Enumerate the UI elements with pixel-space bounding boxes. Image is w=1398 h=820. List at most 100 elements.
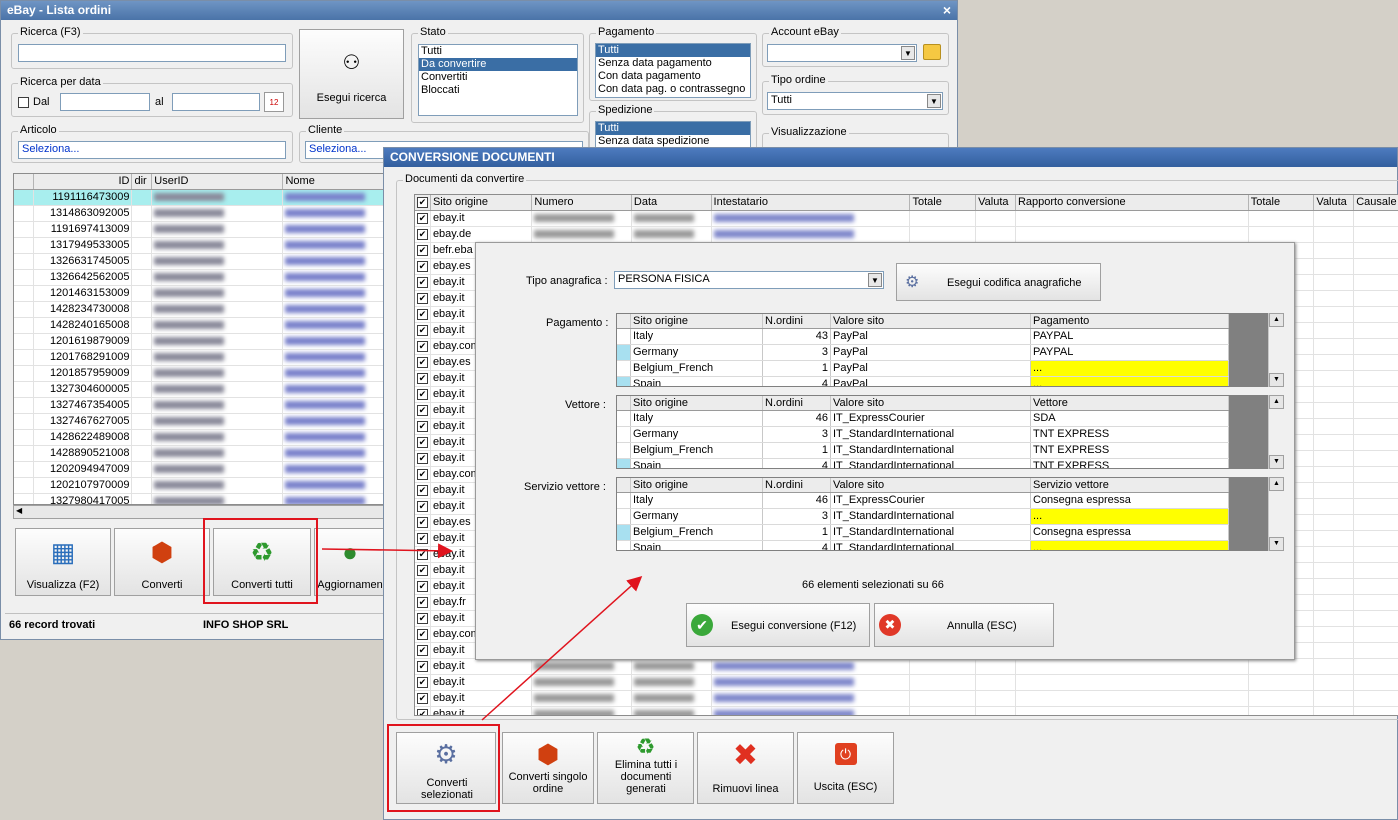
table-row[interactable]: 1191697413009 xyxy=(14,222,392,238)
close-icon[interactable]: × xyxy=(943,2,951,18)
row-checkbox[interactable]: ✔ xyxy=(417,613,428,624)
col-valuta-2[interactable]: Valuta xyxy=(1314,195,1355,210)
row-checkbox[interactable]: ✔ xyxy=(417,709,428,715)
row-checkbox[interactable]: ✔ xyxy=(417,341,428,352)
spedizione-item-selected[interactable]: Tutti xyxy=(596,122,750,135)
select-all-cell[interactable]: ✔ xyxy=(415,195,431,210)
row-checkbox[interactable]: ✔ xyxy=(417,661,428,672)
col-causale[interactable]: Causale xyxy=(1354,195,1398,210)
map-target[interactable]: TNT EXPRESS xyxy=(1031,427,1229,442)
map-target[interactable]: PAYPAL xyxy=(1031,329,1229,344)
scroll-up-icon[interactable]: ▲ xyxy=(1269,313,1284,327)
row-checkbox[interactable]: ✔ xyxy=(417,213,428,224)
vettore-map-grid[interactable]: Sito origine N.ordini Valore sito Vettor… xyxy=(616,395,1230,469)
esegui-conversione-button[interactable]: ✔ Esegui conversione (F12) xyxy=(686,603,870,647)
map-target[interactable]: ... xyxy=(1031,541,1229,550)
col-totale-2[interactable]: Totale xyxy=(1249,195,1315,210)
scroll-up-icon[interactable]: ▲ xyxy=(1269,477,1284,491)
servizio-map-grid[interactable]: Sito origine N.ordini Valore sito Serviz… xyxy=(616,477,1230,551)
row-checkbox[interactable]: ✔ xyxy=(417,293,428,304)
row-checkbox[interactable]: ✔ xyxy=(417,421,428,432)
tipo-anagrafica-select[interactable]: PERSONA FISICA ▼ xyxy=(614,271,884,289)
table-row[interactable]: 1201768291009 xyxy=(14,350,392,366)
row-checkbox[interactable]: ✔ xyxy=(417,549,428,560)
scroll-down-icon[interactable]: ▼ xyxy=(1269,455,1284,469)
pagamento-map-scroll[interactable]: ▲ ▼ xyxy=(1268,313,1284,387)
stato-listbox[interactable]: Tutti Da convertire Convertiti Bloccati xyxy=(418,44,578,116)
converti-button[interactable]: ⬢ Converti xyxy=(114,528,210,596)
dal-checkbox[interactable] xyxy=(18,97,29,108)
table-row[interactable]: ✔ ebay.it xyxy=(415,691,1398,707)
row-checkbox[interactable]: ✔ xyxy=(417,629,428,640)
table-row[interactable]: 1327980417005 xyxy=(14,494,392,504)
articolo-input[interactable]: Seleziona... xyxy=(18,141,286,159)
list-item[interactable]: Spain 4 PayPal... xyxy=(617,377,1229,386)
col-rapporto[interactable]: Rapporto conversione xyxy=(1016,195,1249,210)
scroll-up-icon[interactable]: ▲ xyxy=(1269,395,1284,409)
table-row[interactable]: 1428234730008 xyxy=(14,302,392,318)
table-row[interactable]: ✔ ebay.it xyxy=(415,707,1398,715)
col-id[interactable]: ID xyxy=(34,174,133,189)
table-row[interactable]: 1327467354005 xyxy=(14,398,392,414)
col-dir[interactable]: dir xyxy=(132,174,153,189)
row-checkbox[interactable]: ✔ xyxy=(417,245,428,256)
calendar-icon[interactable]: 12 xyxy=(264,92,284,112)
servizio-map-scroll[interactable]: ▲ ▼ xyxy=(1268,477,1284,551)
annulla-button[interactable]: ✖ Annulla (ESC) xyxy=(874,603,1054,647)
map-target[interactable]: TNT EXPRESS xyxy=(1031,459,1229,468)
pagamento-item-selected[interactable]: Tutti xyxy=(596,44,750,57)
list-item[interactable]: Germany 3 IT_StandardInternational TNT EXPR… xyxy=(617,427,1229,443)
row-checkbox[interactable]: ✔ xyxy=(417,485,428,496)
folder-icon[interactable] xyxy=(923,44,941,60)
spedizione-listbox[interactable]: Tutti Senza data spedizione xyxy=(595,121,751,149)
table-row[interactable]: 1202107970009 xyxy=(14,478,392,494)
list-item[interactable]: Germany 3 PayPal PAYPAL xyxy=(617,345,1229,361)
row-checkbox[interactable]: ✔ xyxy=(417,533,428,544)
list-item[interactable]: Belgium_French 1 IT_StandardInternational C… xyxy=(617,525,1229,541)
pagamento-item[interactable]: Con data pagamento xyxy=(596,70,750,83)
col-valuta[interactable]: Valuta xyxy=(976,195,1016,210)
list-item[interactable]: Italy 46 IT_ExpressCourier Consegna espress… xyxy=(617,493,1229,509)
map-target[interactable]: PAYPAL xyxy=(1031,345,1229,360)
table-row[interactable]: 1201619879009 xyxy=(14,334,392,350)
pagamento-listbox[interactable]: Tutti Senza data pagamento Con data paga… xyxy=(595,43,751,98)
scroll-down-icon[interactable]: ▼ xyxy=(1269,537,1284,551)
scroll-down-icon[interactable]: ▼ xyxy=(1269,373,1284,387)
col-totale[interactable]: Totale xyxy=(910,195,977,210)
row-checkbox[interactable]: ✔ xyxy=(417,565,428,576)
map-target[interactable]: ... xyxy=(1031,509,1229,524)
al-date-input[interactable] xyxy=(172,93,260,111)
stato-item[interactable]: Tutti xyxy=(419,45,577,58)
table-row[interactable]: 1202094947009 xyxy=(14,462,392,478)
rimuovi-button[interactable]: ✖ Rimuovi linea xyxy=(697,732,794,804)
map-target[interactable]: Consegna espressa xyxy=(1031,493,1229,508)
table-row[interactable]: 1428890521008 xyxy=(14,446,392,462)
pagamento-item[interactable]: Senza data pagamento xyxy=(596,57,750,70)
table-row[interactable]: 1428240165008 xyxy=(14,318,392,334)
table-row[interactable]: 1191116473009 xyxy=(14,190,392,206)
select-all-checkbox[interactable]: ✔ xyxy=(417,197,428,208)
row-checkbox[interactable]: ✔ xyxy=(417,469,428,480)
scroll-left-icon[interactable]: ◀ xyxy=(16,506,22,515)
row-checkbox[interactable]: ✔ xyxy=(417,597,428,608)
list-item[interactable]: Belgium_French 1 IT_StandardInternational T… xyxy=(617,443,1229,459)
table-row[interactable]: ✔ ebay.it xyxy=(415,211,1398,227)
map-target[interactable]: SDA xyxy=(1031,411,1229,426)
row-checkbox[interactable]: ✔ xyxy=(417,645,428,656)
row-checkbox[interactable]: ✔ xyxy=(417,357,428,368)
row-checkbox[interactable]: ✔ xyxy=(417,229,428,240)
table-row[interactable]: ✔ ebay.it xyxy=(415,675,1398,691)
row-checkbox[interactable]: ✔ xyxy=(417,437,428,448)
elimina-button[interactable]: ♻ Elimina tutti i documenti generati xyxy=(597,732,694,804)
table-row[interactable]: 1327304600005 xyxy=(14,382,392,398)
table-row[interactable]: 1201857959009 xyxy=(14,366,392,382)
list-item[interactable]: Belgium_French 1 PayPal... xyxy=(617,361,1229,377)
list-item[interactable]: Spain 4 IT_StandardInternational TNT EXPRES… xyxy=(617,459,1229,468)
row-checkbox[interactable]: ✔ xyxy=(417,693,428,704)
map-target[interactable]: TNT EXPRESS xyxy=(1031,443,1229,458)
tipo-ordine-select[interactable]: Tutti ▼ xyxy=(767,92,943,110)
uscita-button[interactable]: ⏻ Uscita (ESC) xyxy=(797,732,894,804)
map-target[interactable]: ... xyxy=(1031,361,1229,376)
col-numero[interactable]: Numero xyxy=(532,195,632,210)
list-item[interactable]: Italy 46 IT_ExpressCourier SDA xyxy=(617,411,1229,427)
